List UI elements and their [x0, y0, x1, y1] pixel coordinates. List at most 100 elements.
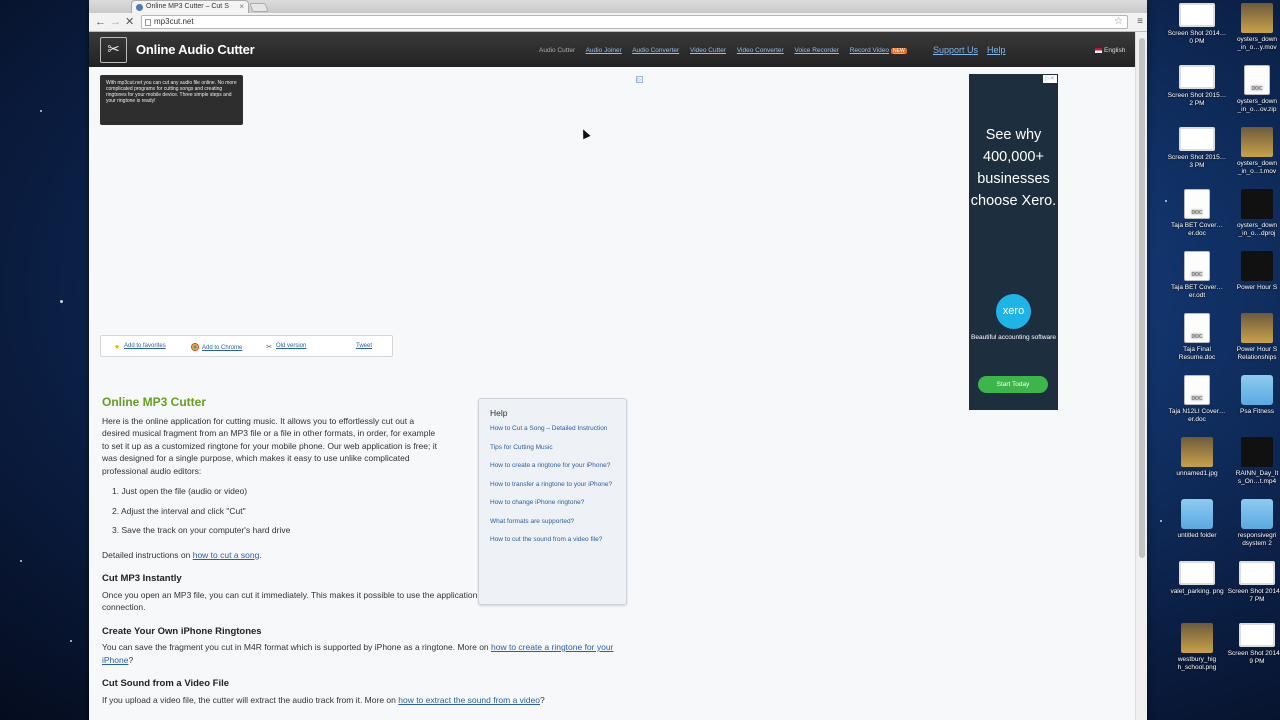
shot-thumbnail-icon — [1179, 561, 1215, 585]
back-icon[interactable]: ← — [95, 15, 106, 29]
tweet-link[interactable]: Tweet — [356, 343, 372, 349]
desktop-file-icon[interactable]: Screen Shot 2015…2 PM — [1167, 65, 1227, 108]
address-bar[interactable]: mp3cut.net ☆ — [141, 15, 1128, 29]
help-link-item[interactable]: How to change iPhone ringtone? — [490, 498, 615, 508]
desktop-file-icon[interactable]: unnamed1.jpg — [1167, 437, 1227, 478]
desktop-file-label: Taja N12LI Cover…er.doc — [1168, 408, 1226, 423]
desktop-file-label: responsivegri dsystem 2 — [1237, 532, 1277, 547]
desktop-file-icon[interactable]: Screen Shot 2015…3 PM — [1167, 127, 1227, 170]
desktop-file-icon[interactable]: DOC Taja Final Resume.doc — [1167, 313, 1227, 362]
forward-icon[interactable]: → — [110, 15, 121, 29]
desktop-file-label: Screen Shot 2015…3 PM — [1167, 154, 1227, 169]
desktop-file-label: Power Hour S — [1236, 284, 1278, 291]
language-selector[interactable]: English — [1095, 47, 1125, 54]
desktop-file-icon[interactable]: Power Hour S Relationships — [1227, 313, 1280, 362]
help-link-item[interactable]: How to Cut a Song – Detailed Instruction — [490, 424, 615, 434]
ad-subtext: Beautiful accounting software — [971, 334, 1056, 341]
start-today-button[interactable]: Start Today — [978, 376, 1048, 393]
desktop-file-icon[interactable]: DOC Taja BET Cover…er.doc — [1167, 189, 1227, 238]
xero-ad-banner[interactable]: ▷✕ See why 400,000+ businesses choose Xe… — [969, 74, 1058, 410]
desktop-file-label: Screen Shot 2015…2 PM — [1167, 92, 1227, 107]
old-version-label: Old version — [276, 343, 307, 349]
tab-close-icon[interactable]: × — [239, 1, 244, 13]
desktop-file-label: RAINN_Day_It s_On…t.mp4 — [1235, 470, 1279, 485]
help-link-item[interactable]: How to transfer a ringtone to your iPhon… — [490, 480, 615, 490]
scissors-logo-icon[interactable]: ✂ — [100, 37, 127, 63]
nav-voice-recorder[interactable]: Voice Recorder — [794, 47, 838, 54]
shot-thumbnail-icon — [1239, 623, 1275, 647]
page-scrollbar[interactable] — [1135, 32, 1147, 720]
desktop-file-icon[interactable]: westbury_hig h_school.png — [1167, 623, 1227, 672]
page-viewport: ✂ Online Audio Cutter Audio Cutter Audio… — [89, 32, 1135, 720]
old-version-link[interactable]: ✂ Old version — [265, 343, 306, 352]
nav-record-video[interactable]: Record Video NEW — [850, 47, 916, 54]
desktop-file-icon[interactable]: Screen Shot 2014…9 PM — [1227, 623, 1280, 666]
doc-thumbnail-icon: DOC — [1244, 65, 1270, 95]
desktop-file-icon[interactable]: untitled folder — [1167, 499, 1227, 540]
stop-loading-icon[interactable]: ✕ — [125, 15, 134, 29]
ad-close-icon[interactable]: ▷✕ — [1043, 75, 1057, 83]
help-link-item[interactable]: How to create a ringtone for your iPhone… — [490, 461, 615, 471]
folder-thumbnail-icon — [1181, 499, 1213, 529]
site-title[interactable]: Online Audio Cutter — [136, 42, 255, 57]
desktop-file-label: oysters_down _in_o…t.mov — [1236, 160, 1278, 175]
desktop-file-icon[interactable]: oysters_down _in_o…y.mov — [1227, 3, 1280, 52]
how-to-cut-song-link[interactable]: how to cut a song — [193, 550, 260, 560]
desktop-file-icon[interactable]: DOC oysters_down _in_o…ov.zip — [1227, 65, 1280, 114]
folder-thumbnail-icon — [1241, 499, 1273, 529]
shot-thumbnail-icon — [1179, 3, 1215, 27]
address-bar-url: mp3cut.net — [154, 17, 194, 26]
nav-audio-joiner[interactable]: Audio Joiner — [586, 47, 622, 54]
section-heading-iphone-ringtones: Create Your Own iPhone Ringtones — [102, 625, 262, 637]
nav-video-cutter[interactable]: Video Cutter — [690, 47, 726, 54]
new-tab-button[interactable] — [249, 3, 269, 12]
desktop-file-icon[interactable]: Psa Fitness — [1227, 375, 1280, 416]
desktop-file-icon[interactable]: DOC Taja BET Cover…er.odt — [1167, 251, 1227, 300]
desktop-file-icon[interactable]: Screen Shot 2014…7 PM — [1227, 561, 1280, 604]
mouse-cursor-icon — [579, 127, 591, 140]
s3-suffix: ? — [539, 694, 545, 705]
desktop-file-icon[interactable]: responsivegri dsystem 2 — [1227, 499, 1280, 548]
uk-flag-icon — [1095, 47, 1102, 53]
page-icon — [145, 19, 151, 26]
desktop-file-icon[interactable]: Screen Shot 2014…0 PM — [1167, 3, 1227, 46]
site-favicon-icon — [136, 4, 143, 11]
desktop-file-icon[interactable]: DOC Taja N12LI Cover…er.doc — [1167, 375, 1227, 424]
extract-sound-link[interactable]: how to extract the sound from a video — [398, 695, 540, 705]
desktop-file-icon[interactable]: oysters_down _in_o…t.mov — [1227, 127, 1280, 176]
photo-thumbnail-icon — [1241, 127, 1273, 157]
desktop-file-icon[interactable]: oysters_down _in_o…dproj — [1227, 189, 1280, 238]
browser-menu-icon[interactable]: ≡ — [1137, 16, 1143, 27]
s2-suffix: ? — [128, 654, 134, 665]
tab-active[interactable]: Online MP3 Cutter – Cut S × — [131, 0, 249, 13]
desktop-file-icon[interactable]: Power Hour S — [1227, 251, 1280, 292]
nav-audio-converter[interactable]: Audio Converter — [632, 47, 679, 54]
help-link-item[interactable]: Tips for Cutting Music — [490, 443, 615, 453]
bookmark-star-icon[interactable]: ☆ — [1114, 16, 1123, 28]
scissors-icon: ✂ — [266, 344, 272, 351]
desktop-file-label: valet_parking. png — [1170, 588, 1224, 595]
add-to-favorites-link[interactable]: ★ Add to favorites — [113, 343, 166, 352]
s3-prefix: If you upload a video file, the cutter w… — [102, 694, 399, 705]
ad-choices-icon[interactable]: ▷ — [636, 76, 643, 83]
detailed-prefix: Detailed instructions on — [102, 549, 193, 560]
favorites-label: Add to favorites — [124, 343, 166, 349]
photo-thumbnail-icon — [1181, 437, 1213, 467]
share-bar: ★ Add to favorites Add to Chrome ✂ Old ver… — [100, 335, 393, 357]
doc-thumbnail-icon: DOC — [1184, 251, 1210, 281]
browser-window: Online MP3 Cutter – Cut S × ← → ✕ mp3cut… — [89, 0, 1147, 720]
desktop-file-icon[interactable]: RAINN_Day_It s_On…t.mp4 — [1227, 437, 1280, 486]
scrollbar-thumb[interactable] — [1139, 38, 1145, 558]
desktop-file-label: westbury_hig h_school.png — [1177, 656, 1217, 671]
support-us-link[interactable]: Support Us — [933, 45, 978, 55]
nav-audio-cutter[interactable]: Audio Cutter — [539, 47, 575, 54]
help-link-item[interactable]: How to cut the sound from a video file? — [490, 535, 615, 545]
help-link[interactable]: Help — [987, 45, 1006, 55]
photo-thumbnail-icon — [1181, 623, 1213, 653]
help-box-title: Help — [490, 408, 508, 418]
desktop-file-label: oysters_down _in_o…ov.zip — [1236, 98, 1278, 113]
add-to-chrome-link[interactable]: Add to Chrome — [191, 343, 242, 351]
nav-video-converter[interactable]: Video Converter — [737, 47, 784, 54]
desktop-file-icon[interactable]: valet_parking. png — [1167, 561, 1227, 596]
help-link-item[interactable]: What formats are supported? — [490, 517, 615, 527]
